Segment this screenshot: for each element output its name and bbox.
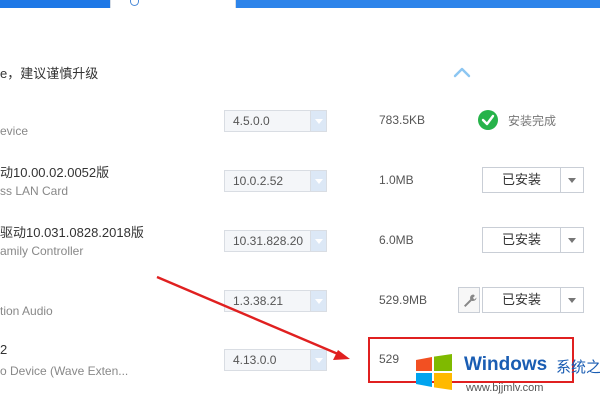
chevron-up-icon[interactable] (453, 66, 471, 78)
wrench-icon[interactable] (458, 287, 480, 313)
driver-desc: ss LAN Card (0, 184, 69, 198)
version-select[interactable]: 10.0.2.52 (224, 170, 327, 192)
driver-desc: evice (0, 124, 29, 138)
watermark-url: www.bjjmlv.com (466, 382, 544, 394)
chevron-down-icon[interactable] (561, 168, 583, 192)
chevron-down-icon[interactable] (310, 231, 326, 251)
section-title: e，建议谨慎升级 (0, 66, 99, 81)
version-value: 10.0.2.52 (233, 174, 284, 188)
version-select[interactable]: 4.5.0.0 (224, 110, 327, 132)
driver-size: 783.5KB (379, 113, 426, 127)
chevron-down-icon[interactable] (310, 350, 326, 370)
driver-desc: amily Controller (0, 244, 84, 258)
chevron-down-icon[interactable] (561, 228, 583, 252)
driver-desc: o Device (Wave Exten... (0, 364, 129, 378)
chevron-down-icon[interactable] (310, 291, 326, 311)
chevron-down-icon[interactable] (561, 288, 583, 312)
driver-row: 动10.00.02.0052版 ss LAN Card 10.0.2.52 1.… (0, 162, 600, 222)
check-circle-icon (478, 110, 498, 130)
top-tab-bar (0, 0, 600, 8)
installed-button-group: 已安装 (482, 287, 584, 313)
top-bar-right (236, 0, 600, 8)
installed-button[interactable]: 已安装 (483, 288, 561, 312)
top-bar-left (0, 0, 110, 8)
version-value: 4.13.0.0 (233, 353, 277, 367)
chevron-down-icon[interactable] (310, 111, 326, 131)
driver-size: 529.9MB (379, 293, 428, 307)
installed-button[interactable]: 已安装 (483, 168, 561, 192)
driver-size: 6.0MB (379, 233, 414, 247)
version-select[interactable]: 10.31.828.20 (224, 230, 327, 252)
chevron-down-icon[interactable] (310, 171, 326, 191)
driver-row: evice 4.5.0.0 783.5KB 安装完成 (0, 110, 600, 170)
version-select[interactable]: 1.3.38.21 (224, 290, 327, 312)
installed-button[interactable]: 已安装 (483, 228, 561, 252)
installed-button-group: 已安装 (482, 167, 584, 193)
driver-desc: tion Audio (0, 304, 53, 318)
driver-name: 驱动10.031.0828.2018版 (0, 225, 144, 240)
driver-size: 1.0MB (379, 173, 414, 187)
watermark-cn: 系统之家 (556, 359, 600, 376)
watermark-title: Windows (464, 354, 548, 375)
version-value: 4.5.0.0 (233, 114, 270, 128)
version-value: 10.31.828.20 (233, 234, 304, 248)
active-tab[interactable] (110, 0, 236, 8)
windows-logo-icon (416, 354, 452, 390)
watermark: Windows 系统之家 www.bjjmlv.com (410, 346, 600, 400)
driver-row: 驱动10.031.0828.2018版 amily Controller 10.… (0, 222, 600, 282)
installed-button-group: 已安装 (482, 227, 584, 253)
install-status: 安装完成 (508, 114, 557, 128)
driver-row: tion Audio 1.3.38.21 529.9MB 已安装 (0, 282, 600, 342)
version-select[interactable]: 4.13.0.0 (224, 349, 327, 371)
version-value: 1.3.38.21 (233, 294, 284, 308)
driver-name: 2 (0, 342, 8, 357)
driver-name: 动10.00.02.0052版 (0, 165, 110, 180)
